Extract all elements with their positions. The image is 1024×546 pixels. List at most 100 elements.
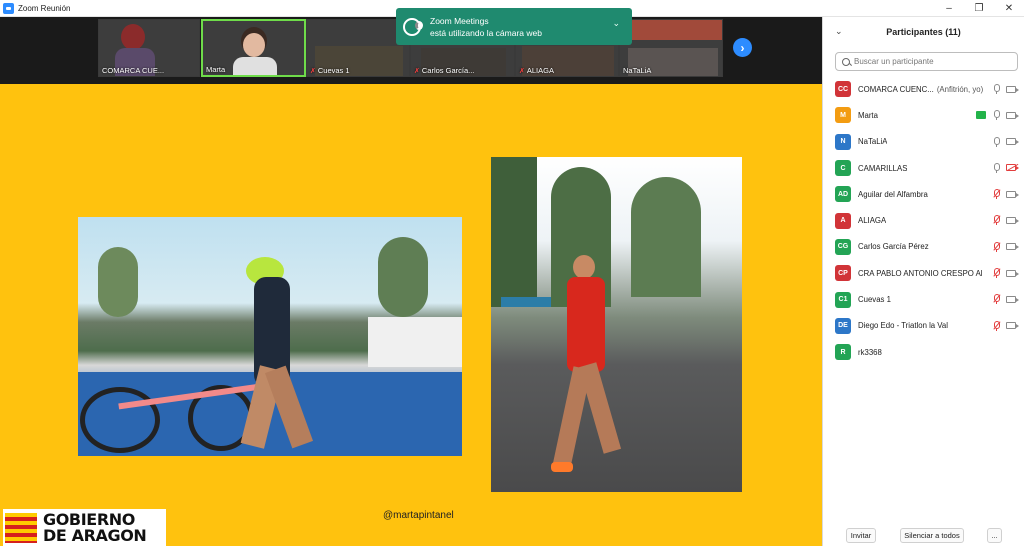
instagram-handle: @martapintanel bbox=[383, 510, 454, 521]
close-button[interactable]: ✕ bbox=[994, 0, 1024, 17]
participant-status-icons bbox=[992, 136, 1019, 147]
video-icon[interactable] bbox=[1006, 138, 1019, 146]
participant-row[interactable]: C CAMARILLAS bbox=[823, 155, 1024, 181]
avatar: CG bbox=[835, 238, 851, 255]
participant-list: CC COMARCA CUENC... (Anfitrión, yo) M Marta N… bbox=[823, 76, 1024, 365]
notification-title: Zoom Meetings bbox=[430, 15, 489, 26]
window-title: Zoom Reunión bbox=[18, 3, 71, 13]
webcam-icon bbox=[403, 17, 423, 36]
video-thumb-label: NaTaLiA bbox=[623, 66, 652, 75]
video-thumb-label: Marta bbox=[206, 65, 226, 74]
chevron-down-icon[interactable]: ⌄ bbox=[612, 18, 620, 29]
participant-row[interactable]: CC COMARCA CUENC... (Anfitrión, yo) bbox=[823, 76, 1024, 102]
panel-header: ⌄ Participantes (11) bbox=[823, 17, 1024, 47]
participant-row[interactable]: AD Aguilar del Alfambra bbox=[823, 181, 1024, 207]
avatar: M bbox=[835, 107, 851, 124]
video-thumb-label: ✗ Cuevas 1 bbox=[310, 66, 350, 75]
participant-name: CAMARILLAS bbox=[858, 163, 908, 173]
zoom-window: Zoom Reunión – ❐ ✕ COMARCA CUE... Marta … bbox=[0, 0, 1024, 546]
participant-name: NaTaLiA bbox=[858, 137, 888, 147]
video-icon[interactable] bbox=[1006, 216, 1019, 224]
participant-name: ALIAGA bbox=[858, 216, 887, 226]
avatar: C1 bbox=[835, 291, 851, 308]
avatar: A bbox=[835, 212, 851, 229]
window-controls: – ❐ ✕ bbox=[934, 0, 1024, 17]
mic-muted-icon[interactable] bbox=[992, 320, 1001, 331]
video-thumb-label: COMARCA CUE... bbox=[102, 66, 165, 75]
participant-row[interactable]: C1 Cuevas 1 bbox=[823, 286, 1024, 312]
mic-muted-icon: ✗ bbox=[519, 67, 525, 75]
avatar: CC bbox=[835, 81, 851, 98]
avatar: C bbox=[835, 160, 851, 177]
participant-status-icons bbox=[992, 162, 1019, 173]
triathlete-running-photo bbox=[491, 157, 742, 492]
avatar: CP bbox=[835, 265, 851, 282]
participant-name: Aguilar del Alfambra bbox=[858, 189, 928, 199]
collapse-panel-icon[interactable]: ⌄ bbox=[835, 26, 843, 37]
camera-notification[interactable]: Zoom Meetings está utilizando la cámara … bbox=[396, 8, 632, 45]
participants-panel: ⌄ Participantes (11) CC COMARCA CUENC...(… bbox=[822, 17, 1024, 546]
participant-row[interactable]: CP CRA PABLO ANTONIO CRESPO Al... bbox=[823, 260, 1024, 286]
invite-button[interactable]: Invitar bbox=[846, 527, 876, 543]
maximize-button[interactable]: ❐ bbox=[964, 0, 994, 17]
avatar: N bbox=[835, 133, 851, 150]
participant-name: CRA PABLO ANTONIO CRESPO Al... bbox=[858, 268, 983, 278]
mic-muted-icon[interactable] bbox=[992, 189, 1001, 200]
participant-status-icons bbox=[976, 110, 1019, 121]
more-options-button[interactable]: ... bbox=[987, 527, 1002, 543]
video-thumb-6[interactable]: NaTaLiA bbox=[619, 19, 723, 77]
participant-name: Cuevas 1 bbox=[858, 295, 891, 305]
mic-icon[interactable] bbox=[992, 84, 1000, 94]
participant-row[interactable]: CG Carlos García Pérez bbox=[823, 234, 1024, 260]
video-icon[interactable] bbox=[1006, 190, 1019, 198]
participant-status-icons bbox=[992, 268, 1019, 279]
participant-name: COMARCA CUENC... bbox=[858, 84, 934, 94]
mic-muted-icon: ✗ bbox=[310, 67, 316, 75]
participant-row[interactable]: DE Diego Edo - Triatlon la Val bbox=[823, 313, 1024, 339]
video-icon[interactable] bbox=[1006, 295, 1019, 303]
mic-icon[interactable] bbox=[992, 136, 1000, 147]
video-icon[interactable] bbox=[1006, 322, 1019, 330]
participant-name: Marta bbox=[858, 110, 878, 120]
video-thumb-3[interactable]: ✗ Cuevas 1 bbox=[306, 19, 410, 77]
participant-status-icons bbox=[992, 215, 1019, 226]
panel-footer: Invitar Silenciar a todos ... bbox=[823, 524, 1024, 546]
mic-muted-icon[interactable] bbox=[992, 215, 1001, 226]
avatar: R bbox=[835, 344, 851, 361]
video-thumb-2[interactable]: Marta bbox=[201, 19, 306, 77]
mic-muted-icon[interactable] bbox=[992, 268, 1001, 279]
participant-status-icons bbox=[992, 320, 1019, 331]
participant-search[interactable] bbox=[835, 52, 1018, 71]
mic-icon[interactable] bbox=[992, 162, 1000, 173]
triathlete-bike-photo bbox=[78, 217, 462, 456]
logo-line-2: DE ARAGON bbox=[43, 525, 147, 545]
video-icon[interactable] bbox=[1006, 269, 1019, 277]
search-input[interactable] bbox=[854, 57, 1004, 66]
minimize-button[interactable]: – bbox=[934, 0, 964, 17]
panel-title: Participantes (11) bbox=[886, 27, 961, 37]
gobierno-aragon-logo: GOBIERNO DE ARAGON bbox=[3, 509, 166, 546]
participant-name: rk3368 bbox=[858, 347, 882, 357]
mic-muted-icon[interactable] bbox=[992, 241, 1001, 252]
video-icon[interactable] bbox=[1006, 85, 1019, 93]
video-icon[interactable] bbox=[1006, 243, 1019, 251]
avatar: AD bbox=[835, 186, 851, 203]
zoom-app-icon bbox=[3, 2, 14, 14]
participant-row[interactable]: A ALIAGA bbox=[823, 207, 1024, 233]
video-off-icon[interactable] bbox=[1006, 164, 1019, 172]
participant-row[interactable]: Rrk3368 bbox=[823, 339, 1024, 365]
next-videos-button[interactable]: › bbox=[733, 38, 752, 57]
participant-name: Carlos García Pérez bbox=[858, 242, 929, 252]
participant-name: Diego Edo - Triatlon la Val bbox=[858, 321, 948, 331]
participant-row[interactable]: M Marta bbox=[823, 102, 1024, 128]
mute-all-button[interactable]: Silenciar a todos bbox=[900, 527, 964, 543]
video-thumb-label: ✗ Carlos García... bbox=[414, 66, 475, 75]
video-icon[interactable] bbox=[1006, 111, 1019, 119]
video-thumb-1[interactable]: COMARCA CUE... bbox=[98, 19, 200, 77]
avatar: DE bbox=[835, 317, 851, 334]
mic-icon[interactable] bbox=[992, 110, 1000, 121]
participant-status-icons bbox=[992, 294, 1019, 305]
participant-row[interactable]: N NaTaLiA bbox=[823, 129, 1024, 155]
mic-muted-icon: ✗ bbox=[414, 67, 420, 75]
mic-muted-icon[interactable] bbox=[992, 294, 1001, 305]
